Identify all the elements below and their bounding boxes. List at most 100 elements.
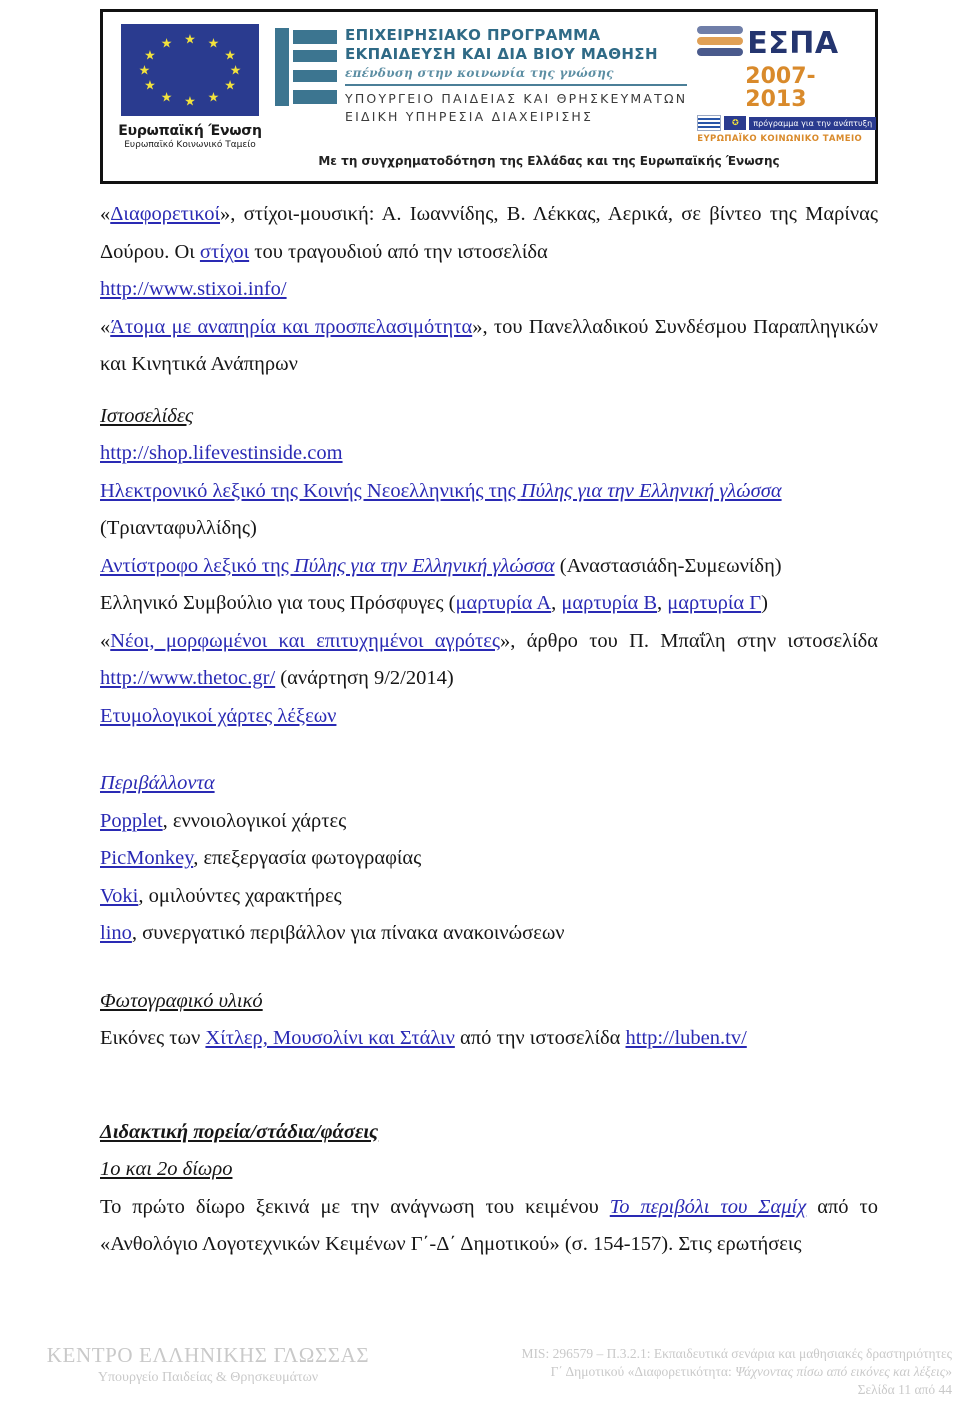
heading-didaktiki-text: Διδακτική πορεία/στάδια/φάσεις xyxy=(100,1120,379,1143)
eu-mini-flag-icon: ✪ xyxy=(724,116,747,130)
list-item-popplet: Popplet, εννοιολογικοί χάρτες xyxy=(100,803,878,841)
espa-tag: πρόγραμμα για την ανάπτυξη xyxy=(749,116,877,130)
programme-line-1: ΕΠΙΧΕΙΡΗΣΙΑΚΟ ΠΡΟΓΡΑΜΜΑ xyxy=(345,26,601,44)
text-anartisi-date: (ανάρτηση 9/2/2014) xyxy=(275,667,454,689)
link-stixoi[interactable]: στίχοι xyxy=(200,241,249,263)
banner-cofunding-line: Με τη συγχρηματοδότηση της Ελλάδας και τ… xyxy=(318,154,780,168)
footer-scenario-prefix: Γ΄ Δημοτικού «Διαφορετικότητα: xyxy=(550,1364,736,1379)
list-item-picmonkey: PicMonkey, επεξεργασία φωτογραφίας xyxy=(100,840,878,878)
paragraph-etymologikoi-xartes: Ετυμολογικοί χάρτες λέξεων xyxy=(100,698,878,736)
link-atoma-me-anapiria[interactable]: Άτομα με αναπηρία και προσπελασιμότητα xyxy=(110,316,472,338)
quote-open-2: « xyxy=(100,315,111,338)
link-ilektroniko-lexiko[interactable]: Ηλεκτρονικό λεξικό της Κοινής Νεοελληνικ… xyxy=(100,480,782,502)
quote-open-3: « xyxy=(100,629,111,652)
banner-logos-row: ★ ★ ★ ★ ★ ★ ★ ★ ★ ★ ★ ★ Ευρωπαϊκή Ένωση … xyxy=(103,12,877,150)
link-thetoc-url[interactable]: http://www.thetoc.gr/ xyxy=(100,667,275,689)
footer-scenario-line: Γ΄ Δημοτικού «Διαφορετικότητα: Ψάχνοντας… xyxy=(412,1363,952,1381)
link-popplet[interactable]: Popplet xyxy=(100,810,163,832)
espa-mini-row: ✪ πρόγραμμα για την ανάπτυξη xyxy=(697,115,877,131)
link-lexiko-part-a: Ηλεκτρονικό λεξικό της Κοινής Νεοελληνικ… xyxy=(100,479,521,502)
eu-caption-small: Ευρωπαϊκό Κοινωνικό Ταμείο xyxy=(124,140,256,150)
paragraph-proto-diwro: Το πρώτο δίωρο ξεκινά με την ανάγνωση το… xyxy=(100,1189,878,1264)
link-lexiko-pili-italic: Πύλης για την Ελληνική γλώσσα xyxy=(520,479,782,502)
heading-fotografiko-yliko: Φωτογραφικό υλικό xyxy=(100,983,878,1021)
paragraph-atoma-me-anapiria: «Άτομα με αναπηρία και προσπελασιμότητα»… xyxy=(100,309,878,384)
eu-logo-block: ★ ★ ★ ★ ★ ★ ★ ★ ★ ★ ★ ★ Ευρωπαϊκή Ένωση … xyxy=(115,20,265,150)
programme-slogan: επένδυση στην κοινωνία της γνώσης xyxy=(345,66,614,80)
link-to-perivoli-tou-samih[interactable]: Το περιβόλι του Σαμίχ xyxy=(610,1196,807,1218)
text-mid-istoselida: από την ιστοσελίδα xyxy=(454,1027,626,1049)
heading-istoselides-text: Ιστοσελίδες xyxy=(100,404,194,427)
european-union-flag-icon: ★ ★ ★ ★ ★ ★ ★ ★ ★ ★ ★ ★ xyxy=(121,24,259,116)
paragraph-ilektroniko-lexiko: Ηλεκτρονικό λεξικό της Κοινής Νεοελληνικ… xyxy=(100,473,878,511)
footer-org-name: ΚΕΝΤΡΟ ΕΛΛΗΝΙΚΗΣ ΓΛΩΣΣΑΣ xyxy=(46,1343,370,1367)
ministry-logo-block: ΕΠΙΧΕΙΡΗΣΙΑΚΟ ΠΡΟΓΡΑΜΜΑ ΕΚΠΑΙΔΕΥΣΗ ΚΑΙ Δ… xyxy=(275,20,688,124)
footer-mis-line: MIS: 296579 – Π.3.2.1: Εκπαιδευτικά σενά… xyxy=(521,1346,952,1361)
link-martyria-g[interactable]: μαρτυρία Γ xyxy=(667,592,761,614)
heading-1o-2o-diwro: 1ο και 2ο δίωρο xyxy=(100,1151,878,1189)
sep-2: , xyxy=(657,592,668,614)
text-before-eikones: Εικόνες των xyxy=(100,1027,206,1049)
text-anastasiadi: (Αναστασιάδη-Συμεωνίδη) xyxy=(554,554,782,577)
link-lifevestinside-url[interactable]: http://shop.lifevestinside.com xyxy=(100,442,343,464)
espa-wordmark: ΕΣΠΑ xyxy=(747,26,839,61)
heading-didaktiki-poreia: Διδακτική πορεία/στάδια/φάσεις xyxy=(100,1114,878,1152)
footer-page-number: Σελίδα 11 από 44 xyxy=(857,1382,952,1397)
footer-ministry-name: Υπουργείο Παιδείας & Θρησκευμάτων xyxy=(97,1370,319,1385)
link-neoi-agrotes[interactable]: Νέοι, μορφωμένοι και επιτυχημένοι αγρότε… xyxy=(110,630,500,652)
link-antistrofo-lexiko[interactable]: Αντίστροφο λεξικό της Πύλης για την Ελλη… xyxy=(100,555,555,577)
document-text-body: «Διαφορετικοί», στίχοι-μουσική: Α. Ιωανν… xyxy=(100,196,878,1264)
open-book-icon xyxy=(275,26,337,108)
heading-diwro-text: 1ο και 2ο δίωρο xyxy=(100,1158,233,1180)
link-antistrofo-pili-italic: Πύλης για την Ελληνική γλώσσα xyxy=(293,554,555,577)
ministry-line-2: ΕΙΔΙΚΗ ΥΠΗΡΕΣΙΑ ΔΙΑΧΕΙΡΙΣΗΣ xyxy=(345,109,594,124)
text-after-stixoi: του τραγουδιού από την ιστοσελίδα xyxy=(249,240,548,263)
link-voki[interactable]: Voki xyxy=(100,885,138,907)
text-after-martyries: ) xyxy=(761,592,768,614)
page-footer: ΚΕΝΤΡΟ ΕΛΛΗΝΙΚΗΣ ΓΛΩΣΣΑΣ Υπουργείο Παιδε… xyxy=(0,1337,960,1407)
link-martyria-b[interactable]: μαρτυρία Β xyxy=(561,592,657,614)
heading-istoselides: Ιστοσελίδες xyxy=(100,398,878,436)
paragraph-stixoi-url: http://www.stixoi.info/ xyxy=(100,271,878,309)
text-before-perivoli: Το πρώτο δίωρο ξεκινά με την ανάγνωση το… xyxy=(100,1195,610,1218)
espa-years: 2007-2013 xyxy=(745,64,816,112)
paragraph-symvoulio-prosfyges: Ελληνικό Συμβούλιο για τους Πρόσφυγες (μ… xyxy=(100,585,878,623)
link-lino[interactable]: lino xyxy=(100,922,132,944)
list-item-voki: Voki, ομιλούντες χαρακτήρες xyxy=(100,878,878,916)
text-triantafyllidis: (Τριανταφυλλίδης) xyxy=(100,517,257,539)
espa-fund-label: ΕΥΡΩΠΑΪΚΟ ΚΟΙΝΩΝΙΚΟ ΤΑΜΕΙΟ xyxy=(697,134,863,144)
footer-scenario-suffix: » xyxy=(945,1364,952,1379)
footer-project-info: MIS: 296579 – Π.3.2.1: Εκπαιδευτικά σενά… xyxy=(412,1345,952,1399)
link-antistrofo-part-a: Αντίστροφο λεξικό της xyxy=(100,554,294,577)
espa-logo-block: ΕΣΠΑ 2007-2013 ✪ πρόγραμμα για την ανάπτ… xyxy=(697,20,877,144)
heading-perivallonta-text: Περιβάλλοντα xyxy=(100,772,215,794)
link-picmonkey[interactable]: PicMonkey xyxy=(100,847,193,869)
list-item-lino: lino, συνεργατικό περιβάλλον για πίνακα … xyxy=(100,915,878,953)
paragraph-diaforetikoi: «Διαφορετικοί», στίχοι-μουσική: Α. Ιωανν… xyxy=(100,196,878,271)
link-diaforetikoi[interactable]: Διαφορετικοί xyxy=(110,203,220,225)
desc-popplet: , εννοιολογικοί χάρτες xyxy=(162,809,347,832)
desc-picmonkey: , επεξεργασία φωτογραφίας xyxy=(193,847,422,869)
desc-lino: , συνεργατικό περιβάλλον για πίνακα ανακ… xyxy=(131,922,565,944)
funding-program-banner: ★ ★ ★ ★ ★ ★ ★ ★ ★ ★ ★ ★ Ευρωπαϊκή Ένωση … xyxy=(100,9,878,184)
programme-line-2: ΕΚΠΑΙΔΕΥΣΗ ΚΑΙ ΔΙΑ ΒΙΟΥ ΜΑΘΗΣΗ xyxy=(345,45,658,63)
paragraph-triantafyllidis: (Τριανταφυλλίδης) xyxy=(100,510,878,548)
espa-waves-icon xyxy=(697,24,744,64)
heading-fotografiko-text: Φωτογραφικό υλικό xyxy=(100,989,263,1012)
text-mid-mpaili: », άρθρο του Π. Μπαΐλη στην ιστοσελίδα xyxy=(500,629,878,652)
eu-caption-bold: Ευρωπαϊκή Ένωση xyxy=(118,123,262,139)
ministry-text-block: ΕΠΙΧΕΙΡΗΣΙΑΚΟ ΠΡΟΓΡΑΜΜΑ ΕΚΠΑΙΔΕΥΣΗ ΚΑΙ Δ… xyxy=(345,26,688,124)
ministry-line-1: ΥΠΟΥΡΓΕΙΟ ΠΑΙΔΕΙΑΣ ΚΑΙ ΘΡΗΣΚΕΥΜΑΤΩΝ xyxy=(345,91,688,106)
link-luben-url[interactable]: http://luben.tv/ xyxy=(626,1027,747,1049)
link-stixoi-info-url[interactable]: http://www.stixoi.info/ xyxy=(100,278,287,300)
link-martyria-a[interactable]: μαρτυρία Α xyxy=(456,592,552,614)
greek-flag-icon xyxy=(697,115,722,131)
quote-open: « xyxy=(100,203,111,225)
link-hitler-mussolini-stalin[interactable]: Χίτλερ, Μουσολίνι και Στάλιν xyxy=(205,1027,454,1049)
link-etymologikoi-xartes[interactable]: Ετυμολογικοί χάρτες λέξεων xyxy=(100,705,336,727)
heading-perivallonta: Περιβάλλοντα xyxy=(100,765,878,803)
